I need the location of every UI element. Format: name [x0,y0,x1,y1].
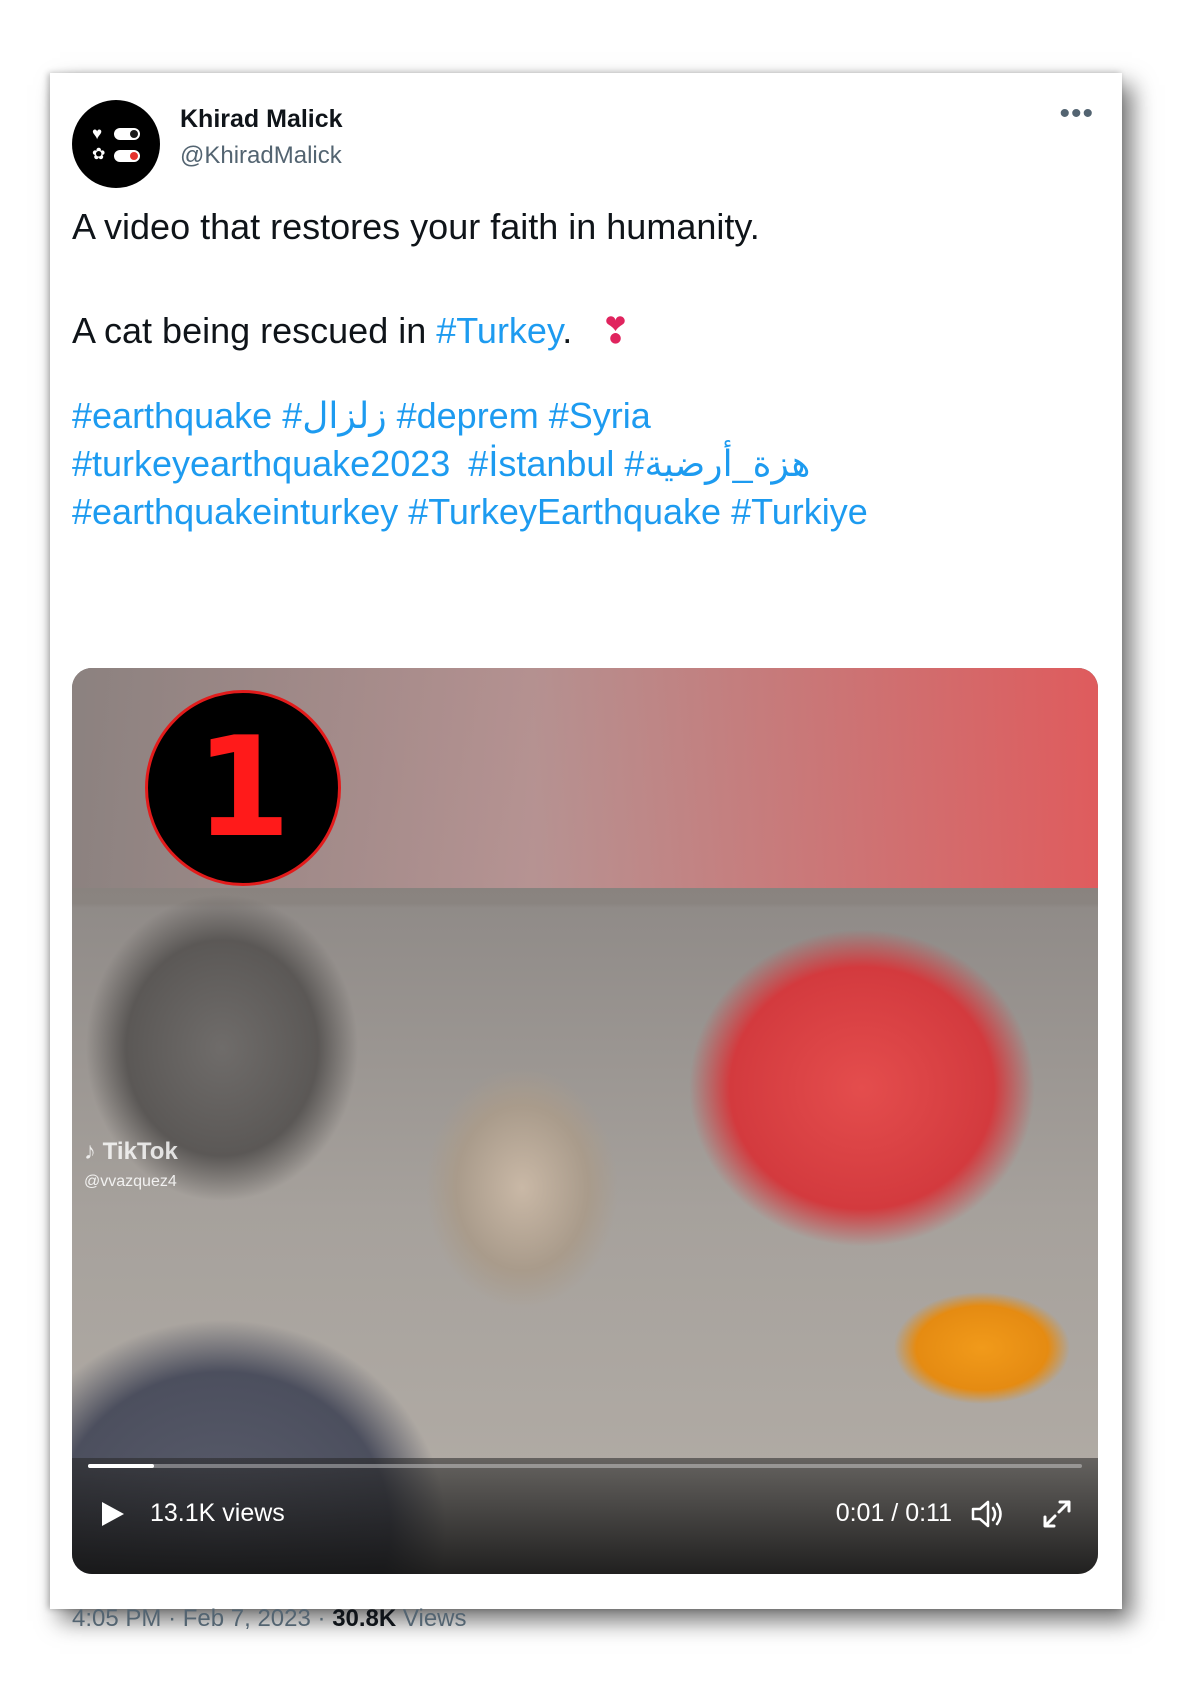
hashtag-link[interactable]: #هزة_أرضية [624,443,810,484]
avatar-row-bottom: ✿ [92,147,142,165]
tiktok-icon: ♪ [84,1138,96,1165]
play-icon[interactable] [96,1498,128,1530]
hashtag-link[interactable]: #turkeyearthquake2023 [72,443,450,484]
tweet-line-2-prefix: A cat being rescued in [72,310,437,351]
more-options-icon[interactable]: ••• [1059,97,1094,131]
tiktok-user: @vvazquez4 [84,1173,177,1190]
tweet-view-count[interactable]: 30.8K [332,1605,396,1632]
author-name[interactable]: Khirad Malick [180,105,343,134]
fullscreen-icon[interactable] [1042,1499,1072,1529]
video-controls: 13.1K views 0:01 / 0:11 [72,1458,1098,1574]
tiktok-brand: TikTok [102,1138,178,1165]
hashtag-row-2: #turkeyearthquake2023 #İstanbul #هزة_أرض… [72,443,810,485]
toggle-icon [114,150,140,162]
tweet-meta: 4:05 PM · Feb 7, 2023 · 30.8K Views [72,1605,467,1633]
tiktok-watermark: ♪ TikTok [84,1138,178,1166]
hashtag-link[interactable]: #Turkiye [731,491,868,532]
meta-separator: · [317,1605,326,1632]
progress-bar[interactable] [88,1464,1082,1468]
tweet-line-2-suffix: . [562,310,573,351]
tweet-card: ♥ ✿ Khirad Malick @KhiradMalick ••• A vi… [50,73,1122,1632]
toggle-icon [114,128,140,140]
tweet-time[interactable]: 4:05 PM [72,1605,161,1632]
brain-icon: ✿ [92,146,106,163]
avatar[interactable]: ♥ ✿ [72,100,160,188]
badge-number: 1 [194,707,292,868]
video-player[interactable]: 1 ♪ TikTok @vvazquez4 13.1K views 0:01 /… [72,668,1098,1574]
tweet-line-2: A cat being rescued in #Turkey. ❣ [72,310,631,352]
heart-exclamation-icon: ❣ [600,310,631,351]
number-badge: 1 [145,690,341,886]
hashtag-link[interactable]: #deprem [397,395,539,436]
video-time: 0:01 / 0:11 [835,1499,952,1527]
hashtag-link[interactable]: #earthquakeinturkey [72,491,398,532]
author-handle[interactable]: @KhiradMalick [180,142,342,170]
hashtag-row-3: #earthquakeinturkey #TurkeyEarthquake #T… [72,491,868,533]
hashtag-link[interactable]: #TurkeyEarthquake [408,491,721,532]
progress-fill [88,1464,154,1468]
heart-icon: ♥ [92,124,103,143]
hashtag-link[interactable]: #Turkey [436,310,562,351]
view-count: 13.1K views [150,1499,285,1527]
hashtag-link[interactable]: #earthquake [72,395,272,436]
hashtag-link[interactable]: #İstanbul [468,443,614,484]
meta-separator: · [168,1605,177,1632]
hashtag-link[interactable]: #زلزال [282,395,386,436]
tweet-date[interactable]: Feb 7, 2023 [183,1605,311,1632]
hashtag-row-1: #earthquake #زلزال #deprem #Syria [72,395,651,437]
tweet-views-label: Views [402,1605,467,1632]
tweet-line-1: A video that restores your faith in huma… [72,206,760,247]
avatar-row-top: ♥ [92,125,142,143]
hashtag-link[interactable]: #Syria [549,395,651,436]
volume-icon[interactable] [970,1497,1006,1531]
